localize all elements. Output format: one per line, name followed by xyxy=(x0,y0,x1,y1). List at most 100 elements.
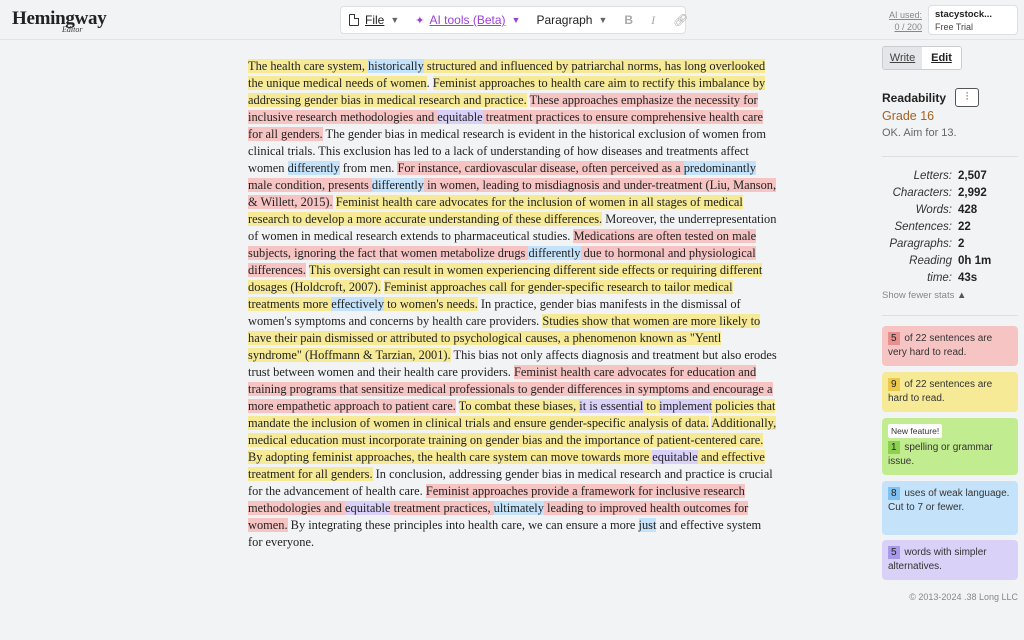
simpler-count: 5 xyxy=(888,546,900,559)
stat-label: Reading xyxy=(909,255,952,267)
highlight-blue[interactable]: effectively xyxy=(331,297,385,311)
paragraph-style-label: Paragraph xyxy=(536,13,593,27)
hard-text: of 22 sentences are hard to read. xyxy=(888,379,993,404)
highlight-yellow[interactable]: The health care system, xyxy=(248,59,369,73)
text-segment: . xyxy=(426,76,433,90)
text-segment: from men. xyxy=(339,161,398,175)
highlight-red[interactable]: treatment practices, xyxy=(390,501,494,515)
highlight-purple[interactable]: equitable xyxy=(437,110,483,124)
stat-value: 2,992 xyxy=(958,187,987,199)
stat-row: Reading 0h 1m xyxy=(882,253,1018,270)
stat-value: 428 xyxy=(958,204,978,216)
simpler-words-card[interactable]: 5 words with simpler alternatives. xyxy=(882,540,1018,580)
very-hard-sentences-card[interactable]: 5 of 22 sentences are very hard to read. xyxy=(882,326,1018,366)
highlight-blue[interactable]: differently xyxy=(287,161,340,175)
file-menu-button[interactable]: File ▼ xyxy=(341,7,407,33)
weak-text: uses of weak language. Cut to 7 or fewer… xyxy=(888,488,1010,513)
hard-count: 9 xyxy=(888,378,900,391)
link-icon[interactable]: 🔗︎ xyxy=(664,13,697,27)
highlight-red[interactable]: male condition, presents xyxy=(248,178,372,192)
account-menu[interactable]: stacystock... Free Trial xyxy=(928,5,1018,35)
weak-count: 8 xyxy=(888,487,900,500)
chevron-down-icon: ▼ xyxy=(511,15,521,25)
ai-usage-counter[interactable]: AI used: 0 / 200 xyxy=(882,9,922,33)
logo-subtitle: Editor xyxy=(62,25,83,34)
stat-label: Words: xyxy=(915,204,952,216)
stat-label: Letters: xyxy=(913,170,952,182)
copyright: © 2013-2024 .38 Long LLC xyxy=(909,592,1018,602)
ai-tools-label: AI tools (Beta) xyxy=(429,13,506,27)
ai-usage-label: AI used: xyxy=(888,10,922,20)
stat-value: 0h 1m xyxy=(958,255,992,267)
new-feature-badge: New feature! xyxy=(888,424,943,438)
hard-sentences-card[interactable]: 9 of 22 sentences are hard to read. xyxy=(882,372,1018,412)
highlight-yellow[interactable]: to women's needs. xyxy=(384,297,478,311)
highlight-blue[interactable]: ultimately xyxy=(493,501,544,515)
readability-grade: Grade 16 xyxy=(882,109,935,123)
readability-aim: OK. Aim for 13. xyxy=(882,127,957,139)
stats-list: Letters: 2,507 Characters: 2,992 Words: 428… xyxy=(882,168,1018,287)
readability-settings-button[interactable]: ⫶ xyxy=(955,88,979,107)
highlight-purple[interactable]: equitable xyxy=(652,450,698,464)
document-icon xyxy=(349,14,359,26)
stat-row: Words: 428 xyxy=(882,202,1018,219)
account-name: stacystock... xyxy=(935,9,993,20)
text-segment: By integrating these principles into hea… xyxy=(287,518,639,532)
chevron-down-icon: ▼ xyxy=(390,15,400,25)
highlight-purple[interactable]: implement xyxy=(659,399,713,413)
highlight-yellow[interactable]: To combat these biases, xyxy=(458,399,580,413)
highlight-yellow[interactable]: By adopting feminist approaches, the hea… xyxy=(248,450,653,464)
weak-language-card[interactable]: 8 uses of weak language. Cut to 7 or few… xyxy=(882,481,1018,535)
readability-heading: Readability xyxy=(882,91,947,105)
spelling-count: 1 xyxy=(888,441,900,454)
spelling-text: spelling or grammar issue. xyxy=(888,442,993,467)
stat-value: 2 xyxy=(958,238,965,250)
sparkle-icon: ✦ xyxy=(415,14,425,27)
stat-label: Sentences: xyxy=(894,221,952,233)
spelling-grammar-card[interactable]: New feature! 1 spelling or grammar issue… xyxy=(882,418,1018,475)
show-fewer-stats-link[interactable]: Show fewer stats ▲ xyxy=(882,290,966,301)
editor-toolbar: File ▼ ✦ AI tools (Beta) ▼ Paragraph ▼ B… xyxy=(340,6,688,34)
highlight-blue[interactable]: just xyxy=(638,518,657,532)
paragraph-style-select[interactable]: Paragraph ▼ xyxy=(528,7,615,33)
account-plan: Free Trial xyxy=(935,22,974,32)
highlight-red[interactable]: For instance, cardiovascular disease, of… xyxy=(397,161,684,175)
logo[interactable]: Hemingway xyxy=(12,8,107,30)
highlight-yellow[interactable]: to xyxy=(643,399,660,413)
highlight-purple[interactable]: equitable xyxy=(345,501,391,515)
stat-label: Characters: xyxy=(892,187,952,199)
stat-value: 2,507 xyxy=(958,170,987,182)
top-bar: Hemingway Editor File ▼ ✦ AI tools (Beta… xyxy=(0,0,1024,40)
very-hard-text: of 22 sentences are very hard to read. xyxy=(888,333,993,358)
write-mode-button[interactable]: Write xyxy=(883,47,922,69)
sliders-icon: ⫶ xyxy=(965,91,969,103)
sidebar-divider xyxy=(882,315,1018,316)
highlight-purple[interactable]: it is essential xyxy=(579,399,644,413)
ai-usage-value: 0 / 200 xyxy=(894,22,922,32)
stat-row: Letters: 2,507 xyxy=(882,168,1018,185)
stat-row: time: 43s xyxy=(882,270,1018,287)
show-fewer-label: Show fewer stats xyxy=(882,290,955,301)
stat-value: 22 xyxy=(958,221,971,233)
sidebar-divider xyxy=(882,156,1018,157)
stat-row: Sentences: 22 xyxy=(882,219,1018,236)
caret-up-icon: ▲ xyxy=(956,290,967,301)
file-menu-label: File xyxy=(365,13,385,27)
italic-icon[interactable]: I xyxy=(642,13,664,28)
stat-row: Characters: 2,992 xyxy=(882,185,1018,202)
chevron-down-icon: ▼ xyxy=(598,15,608,25)
document-editor[interactable]: The health care system, historically str… xyxy=(248,58,778,551)
mode-toggle: Write Edit xyxy=(882,46,962,70)
highlight-blue[interactable]: historically xyxy=(368,59,424,73)
bold-icon[interactable]: B xyxy=(615,13,642,27)
stat-row: Paragraphs: 2 xyxy=(882,236,1018,253)
ai-tools-button[interactable]: ✦ AI tools (Beta) ▼ xyxy=(407,7,528,33)
highlight-blue[interactable]: predominantly xyxy=(683,161,756,175)
very-hard-count: 5 xyxy=(888,332,900,345)
stat-label: Paragraphs: xyxy=(889,238,952,250)
highlight-blue[interactable]: differently xyxy=(528,246,581,260)
edit-mode-button[interactable]: Edit xyxy=(922,47,961,69)
simpler-text: words with simpler alternatives. xyxy=(888,547,987,572)
highlight-blue[interactable]: differently xyxy=(371,178,424,192)
stat-value: 43s xyxy=(958,272,978,284)
